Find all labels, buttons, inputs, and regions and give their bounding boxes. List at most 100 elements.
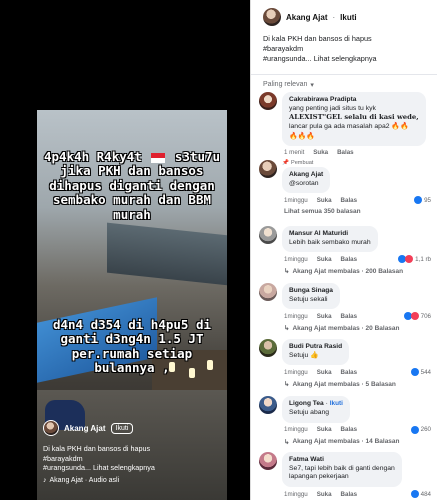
commenter-avatar[interactable] [259, 160, 277, 178]
reply-arrow-icon: ↳ [284, 268, 290, 276]
mention-link[interactable]: @sorotan [289, 180, 323, 189]
reaction-count[interactable]: 706 [403, 312, 431, 321]
replies-label: Akang Ajat membalas · 14 Balasan [292, 438, 400, 446]
video-meta: Akang Ajat Ikuti Di kala PKH dan bansos … [37, 420, 227, 484]
like-button[interactable]: Suka [317, 256, 332, 263]
reply-button[interactable]: Balas [341, 256, 358, 263]
comment: Bunga Sinaga Setuju sekali 1minggu Suka … [259, 283, 431, 332]
reaction-number: 260 [420, 426, 431, 434]
commenter-avatar[interactable] [259, 452, 277, 470]
like-reaction-icon [410, 490, 419, 499]
comment-bubble: Cakrabirawa Pradipta yang penting jadi s… [282, 92, 426, 147]
reaction-number: 706 [420, 312, 431, 320]
comment-time[interactable]: 1 menit [284, 149, 304, 156]
see-more-link[interactable]: #urangsunda... Lihat selengkapnya [43, 463, 221, 473]
commenter-name[interactable]: Bunga Sinaga [289, 287, 333, 296]
like-button[interactable]: Suka [317, 197, 332, 204]
comment-time[interactable]: 1minggu [284, 313, 308, 320]
like-reaction-icon [410, 368, 419, 377]
reaction-count[interactable]: 484 [410, 490, 431, 499]
comment-bubble: Bunga Sinaga Setuju sekali [282, 283, 340, 310]
author-name[interactable]: Akang Ajat [64, 424, 106, 433]
author-avatar[interactable] [43, 420, 59, 436]
comment-text: lapangan pekerjaan [289, 473, 349, 481]
author-name[interactable]: Akang Ajat [286, 13, 328, 22]
fire-emoji-icon: 🔥🔥🔥 [289, 133, 316, 141]
view-replies[interactable]: Lihat semua 350 balasan [284, 208, 431, 215]
reply-button[interactable]: Balas [341, 313, 358, 320]
video-caption-bottom: d4n4 d354 di h4pu5 di ganti d3ng4n 1.5 J… [52, 317, 212, 376]
commenter-avatar[interactable] [259, 283, 277, 301]
comment-time[interactable]: 1minggu [284, 369, 308, 376]
comment-time[interactable]: 1minggu [284, 197, 308, 204]
like-button[interactable]: Suka [313, 149, 328, 156]
video-caption-top: 4p4k4h R4ky4t s3tu7u jika PKH dan bansos… [37, 149, 227, 222]
caption-line: jika PKH dan bansos dihapus diganti deng… [49, 163, 215, 222]
commenter-avatar[interactable] [259, 396, 277, 414]
like-reaction-icon [410, 425, 419, 434]
view-replies[interactable]: ↳ Akang Ajat membalas · 20 Balasan [284, 324, 431, 333]
commenter-avatar[interactable] [259, 226, 277, 244]
hashtag-link[interactable]: #barayakdm [43, 454, 221, 464]
commenter-name[interactable]: Akang Ajat [289, 171, 323, 180]
comment-text: Setuju [289, 351, 309, 359]
fire-emoji-icon: 🔥🔥 [391, 123, 409, 131]
like-button[interactable]: Suka [317, 426, 332, 433]
pin-icon: 📌 [282, 160, 289, 166]
comment: Ligong Tea · Ikuti Setuju abang 1minggu … [259, 396, 431, 446]
reply-button[interactable]: Balas [341, 426, 358, 433]
comment-time[interactable]: 1minggu [284, 491, 308, 498]
reaction-count[interactable]: 544 [410, 368, 431, 377]
commenter-name[interactable]: Budi Putra Rasid [289, 343, 342, 352]
reply-button[interactable]: Balas [341, 197, 358, 204]
audio-row[interactable]: ♪ Akang Ajat · Audio asli [43, 477, 221, 484]
reply-button[interactable]: Balas [341, 491, 358, 498]
view-replies[interactable]: ↳ Akang Ajat membalas · 200 Balasan [284, 267, 431, 276]
reply-button[interactable]: Balas [337, 149, 354, 156]
like-button[interactable]: Suka [317, 313, 332, 320]
comment: 📌 Pembuat Akang Ajat @sorotan 1minggu Su… [259, 160, 431, 215]
like-button[interactable]: Suka [317, 369, 332, 376]
creator-badge: 📌 Pembuat [282, 160, 330, 166]
reply-button[interactable]: Balas [341, 369, 358, 376]
reaction-count[interactable]: 260 [410, 425, 431, 434]
caption-line: s3tu7u [174, 149, 221, 164]
commenter-avatar[interactable] [259, 339, 277, 357]
description-line: Di kala PKH dan bansos di hapus [263, 34, 372, 43]
comment-bubble: Mansur Al Maturidi Lebih baik sembako mu… [282, 226, 378, 253]
separator-dot: · [332, 12, 336, 22]
reaction-count[interactable]: 95 [414, 196, 431, 205]
creator-label: Pembuat [290, 160, 314, 166]
comment-text: ALEXIST"GEL selalu di kasi wede, [289, 113, 419, 122]
author-avatar[interactable] [263, 8, 281, 26]
reaction-number: 484 [420, 490, 431, 498]
reaction-count[interactable]: 1,1 rb [398, 255, 431, 264]
view-replies[interactable]: ↳ Akang Ajat membalas · 5 Balasan [284, 380, 431, 389]
comment-time[interactable]: 1minggu [284, 426, 308, 433]
commenter-name[interactable]: Ligong Tea [289, 400, 324, 407]
sort-label: Paling relevan [263, 81, 308, 89]
commenter-name[interactable]: Cakrabirawa Pradipta [289, 96, 419, 105]
follow-button[interactable]: Ikuti [110, 422, 134, 434]
view-replies[interactable]: ↳ Akang Ajat membalas · 14 Balasan [284, 438, 431, 446]
comment-text: lancar pula ga ada masalah apa2 [289, 123, 390, 131]
comment-text: Setuju sekali [289, 295, 328, 303]
like-button[interactable]: Suka [317, 491, 332, 498]
comment-time[interactable]: 1minggu [284, 256, 308, 263]
reaction-number: 1,1 rb [415, 255, 431, 263]
comment-text: Se7, tapi lebih baik di ganti dengan [289, 464, 395, 472]
commenter-avatar[interactable] [259, 92, 277, 110]
commenter-name[interactable]: Fatma Wati [289, 456, 395, 465]
follow-button[interactable]: Ikuti [340, 13, 356, 22]
description-line: Di kala PKH dan bansos di hapus [43, 444, 151, 453]
comment-bubble: Ligong Tea · Ikuti Setuju abang [282, 396, 350, 423]
caption-line: 4p4k4h R4ky4t [43, 149, 142, 164]
commenter-name[interactable]: Mansur Al Maturidi [289, 230, 371, 239]
comment-bubble: Fatma Wati Se7, tapi lebih baik di ganti… [282, 452, 402, 488]
replies-label: Akang Ajat membalas · 200 Balasan [292, 267, 404, 275]
reply-arrow-icon: ↳ [284, 438, 290, 446]
comment: Cakrabirawa Pradipta yang penting jadi s… [259, 92, 431, 156]
follow-commenter-button[interactable]: Ikuti [330, 400, 343, 407]
hashtag-link[interactable]: #barayakdm [263, 44, 425, 54]
see-more-link[interactable]: #urangsunda... Lihat selengkapnya [263, 54, 425, 64]
